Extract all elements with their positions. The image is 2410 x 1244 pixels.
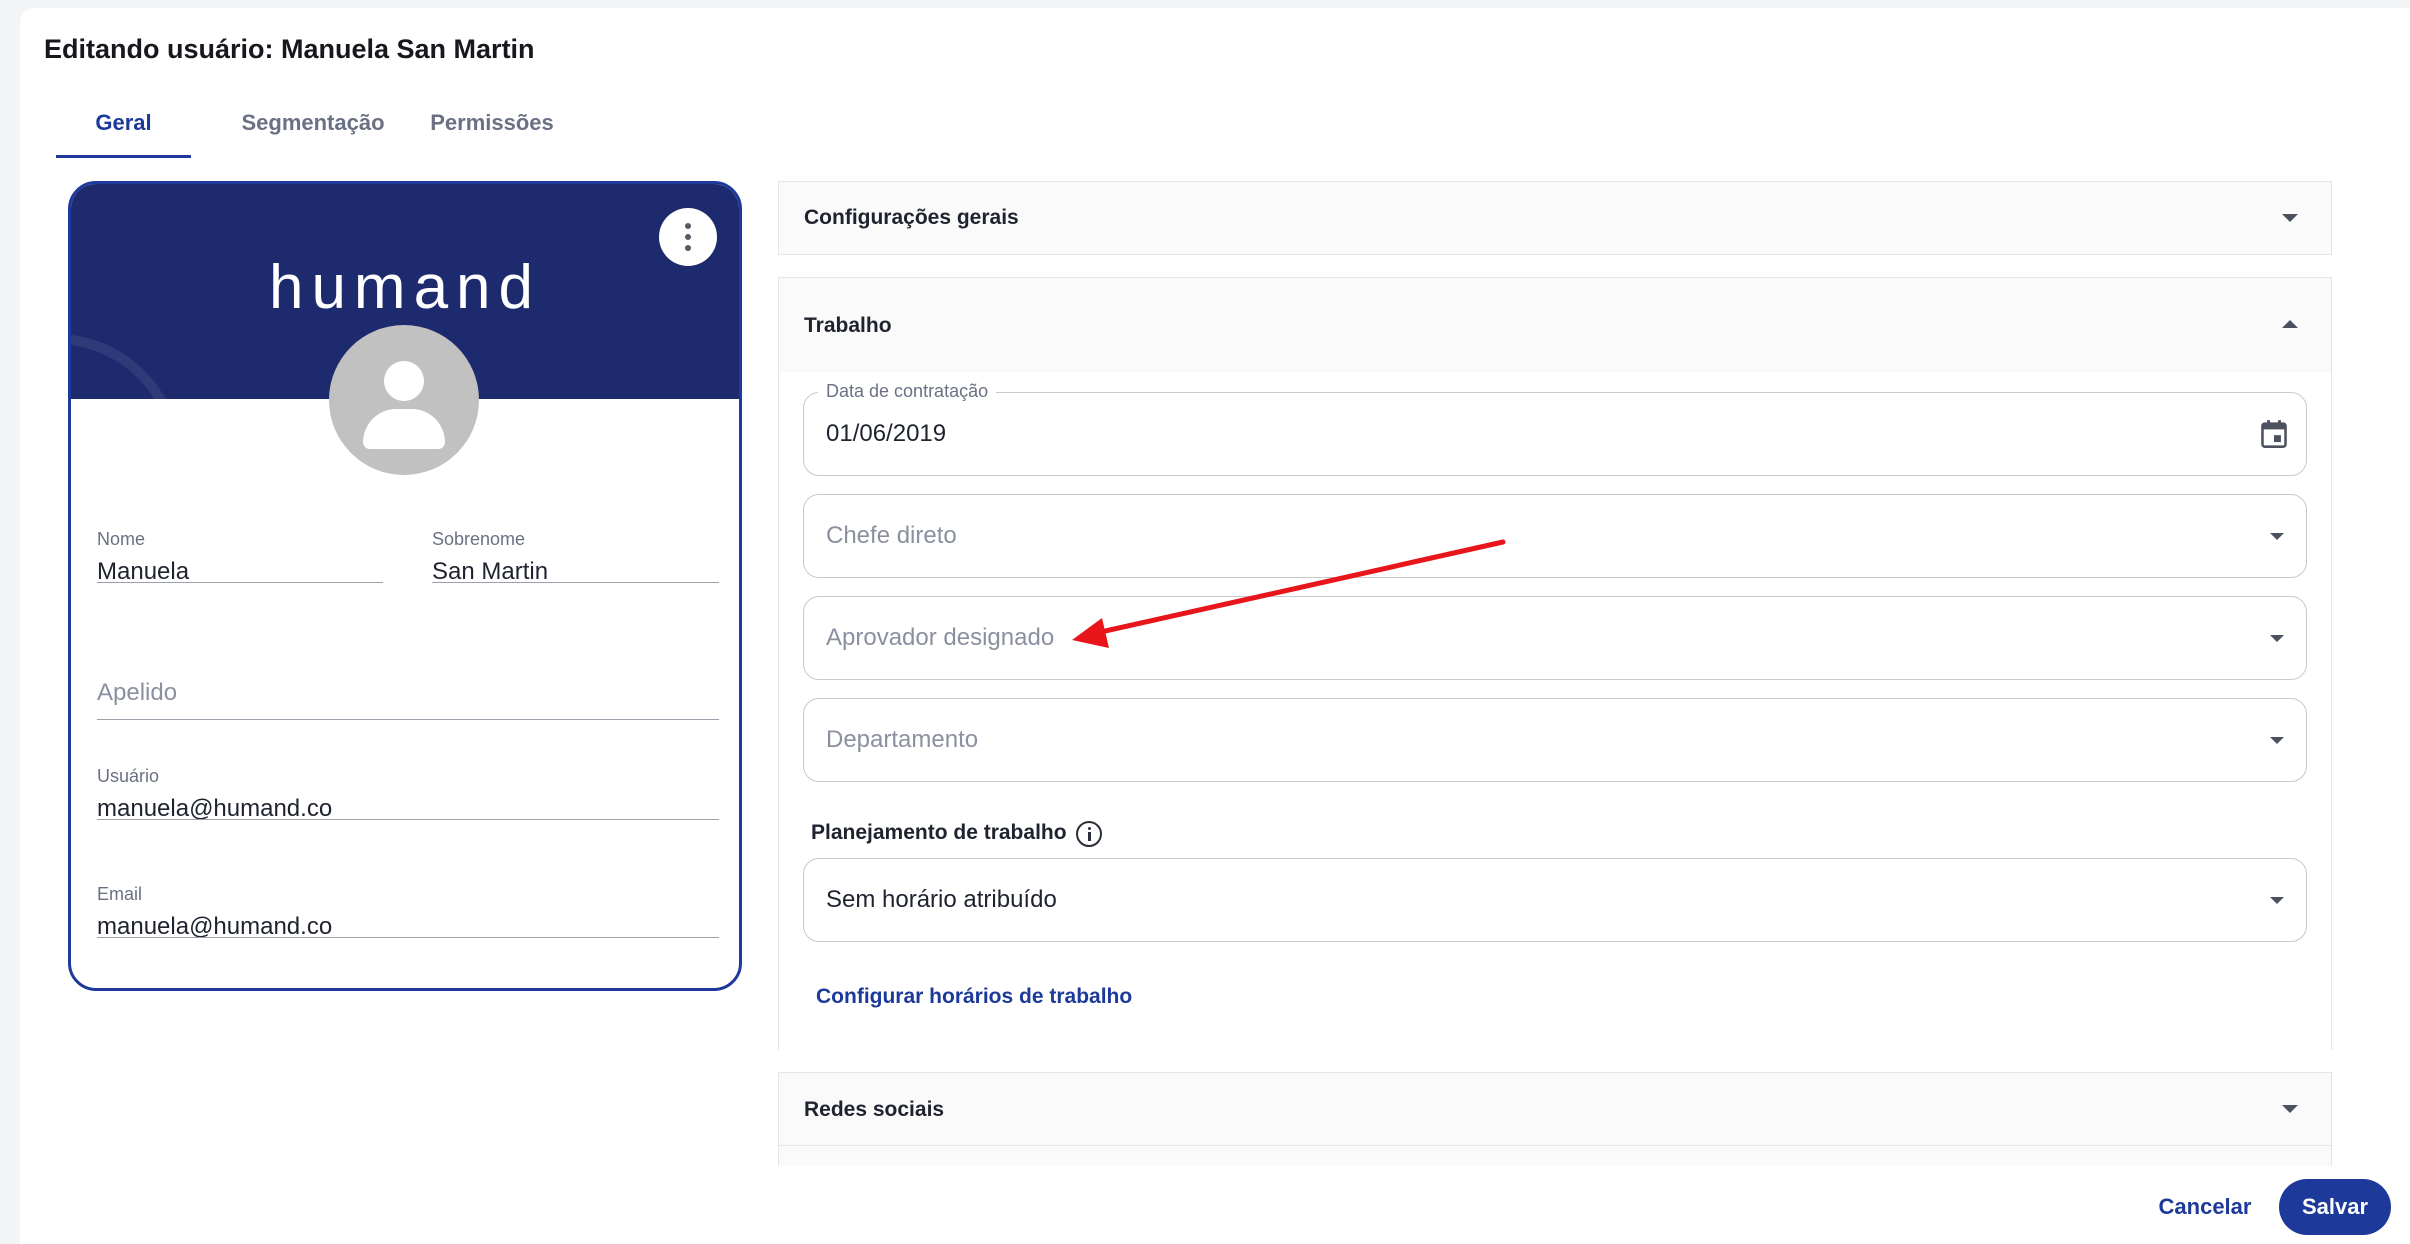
redes-sociais-header[interactable]: Redes sociais	[779, 1073, 2331, 1145]
planejamento-select[interactable]: Sem horário atribuído	[803, 858, 2307, 942]
more-vert-icon	[685, 223, 691, 229]
profile-card: humand Nome Manuela Sobrenome San Martin…	[68, 181, 742, 991]
apelido-field[interactable]: Apelido	[97, 679, 719, 720]
avatar-placeholder-icon	[384, 361, 424, 401]
planejamento-label: Planejamento de trabalho	[811, 821, 1067, 844]
banner-decoration	[71, 334, 181, 399]
configurar-horarios-link[interactable]: Configurar horários de trabalho	[816, 985, 1132, 1009]
trabalho-header[interactable]: Trabalho	[779, 278, 2331, 372]
tab-segmentacao[interactable]: Segmentação	[223, 100, 403, 158]
aprovador-designado-select[interactable]: Aprovador designado	[803, 596, 2307, 680]
nome-field[interactable]: Nome Manuela	[97, 529, 383, 585]
usuario-field[interactable]: Usuário manuela@humand.co	[97, 766, 719, 822]
expand-less-icon	[2282, 320, 2298, 328]
trabalho-section: Trabalho Data de contratação 01/06/2019 …	[778, 277, 2332, 1050]
save-button[interactable]: Salvar	[2279, 1179, 2391, 1235]
dropdown-arrow-icon	[2270, 737, 2284, 744]
humand-logo: humand	[268, 253, 542, 322]
tab-geral[interactable]: Geral	[56, 100, 191, 158]
departamento-select[interactable]: Departamento	[803, 698, 2307, 782]
configuracoes-gerais-section: Configurações gerais	[778, 181, 2332, 255]
chefe-direto-select[interactable]: Chefe direto	[803, 494, 2307, 578]
calendar-icon[interactable]	[2260, 419, 2288, 449]
email-field[interactable]: Email manuela@humand.co	[97, 884, 719, 940]
more-options-button[interactable]	[659, 208, 717, 266]
sobrenome-field[interactable]: Sobrenome San Martin	[432, 529, 719, 585]
dialog-footer	[20, 1166, 2410, 1244]
dropdown-arrow-icon	[2270, 635, 2284, 642]
configuracoes-gerais-header[interactable]: Configurações gerais	[779, 182, 2331, 254]
redes-sociais-section: Redes sociais	[778, 1072, 2332, 1166]
info-icon[interactable]	[1076, 821, 1102, 847]
expand-more-icon	[2282, 1105, 2298, 1113]
data-contratacao-field[interactable]: Data de contratação 01/06/2019	[803, 381, 2307, 476]
expand-more-icon	[2282, 214, 2298, 222]
tab-permissoes[interactable]: Permissões	[409, 100, 575, 158]
dropdown-arrow-icon	[2270, 897, 2284, 904]
dropdown-arrow-icon	[2270, 533, 2284, 540]
page-title: Editando usuário: Manuela San Martin	[44, 34, 535, 64]
cancel-button[interactable]: Cancelar	[2130, 1180, 2280, 1234]
avatar[interactable]	[329, 325, 479, 475]
trabalho-content: Data de contratação 01/06/2019 Chefe dir…	[779, 372, 2331, 1050]
